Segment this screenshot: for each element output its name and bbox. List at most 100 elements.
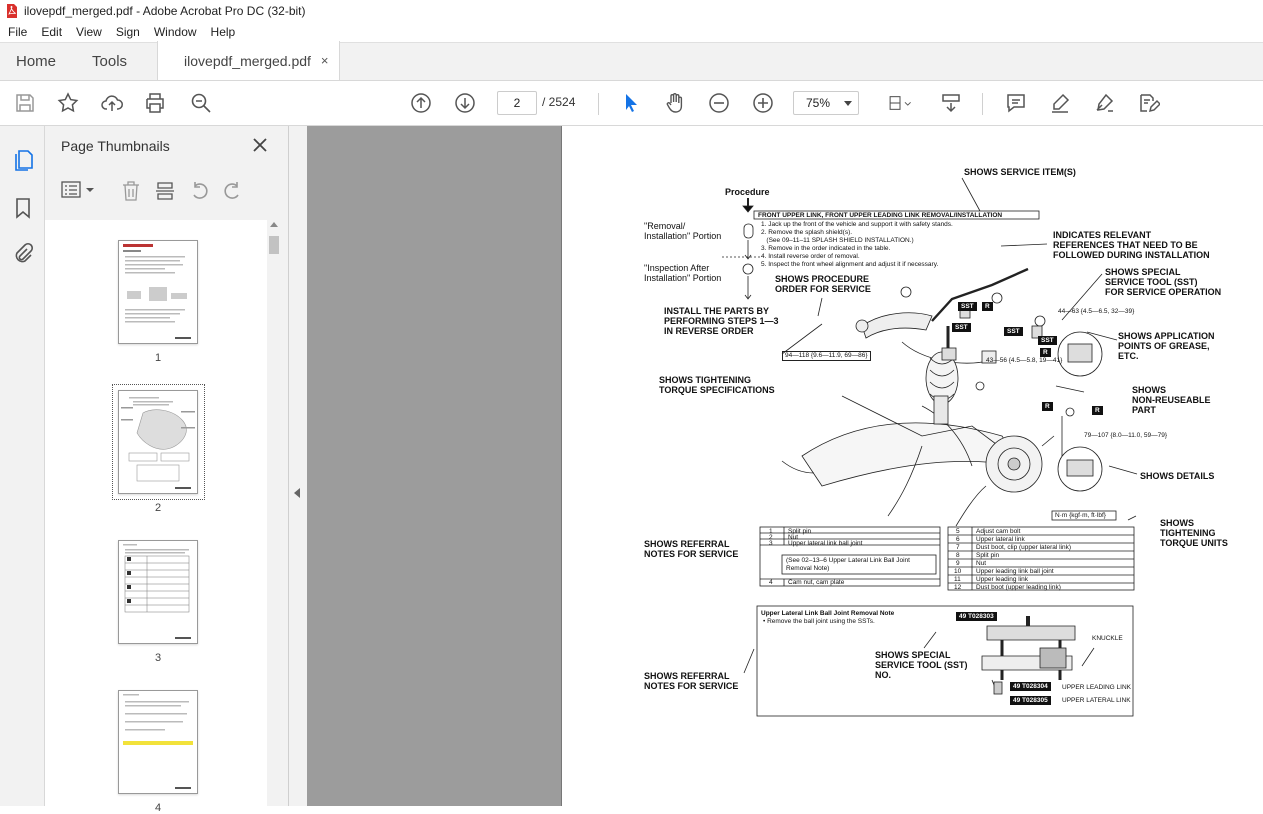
select-cursor-icon[interactable] xyxy=(618,90,644,116)
menu-sign[interactable]: Sign xyxy=(112,25,144,39)
rotate-clockwise-icon[interactable] xyxy=(221,180,243,202)
window-title: ilovepdf_merged.pdf - Adobe Acrobat Pro … xyxy=(24,4,306,18)
tab-home[interactable]: Home xyxy=(0,42,72,80)
table-left-no-4: 4 xyxy=(769,579,773,586)
comment-icon[interactable] xyxy=(1003,90,1029,116)
scrollbar-thumb[interactable] xyxy=(269,236,279,254)
thumbnail-page-4-preview xyxy=(123,694,193,789)
torque-units-box: N·m {kgf·m, ft·lbf} xyxy=(1055,512,1106,519)
menu-window[interactable]: Window xyxy=(150,25,201,39)
menu-help[interactable]: Help xyxy=(207,25,240,39)
table-right-item-10: Upper leading link ball joint xyxy=(976,568,1054,575)
next-page-icon[interactable] xyxy=(452,90,478,116)
panel-title: Page Thumbnails xyxy=(61,138,170,154)
paperclip-icon[interactable] xyxy=(11,242,35,266)
zoom-out-icon[interactable] xyxy=(706,90,732,116)
document-canvas-background xyxy=(307,126,561,806)
step-2-ref: (See 09–11–11 SPLASH SHIELD INSTALLATION… xyxy=(761,237,914,244)
thumbnail-page-4[interactable] xyxy=(118,690,198,794)
table-right-no-7: 7 xyxy=(956,544,960,551)
thumbnail-scrollbar[interactable] xyxy=(267,220,281,806)
fill-sign-pen-icon[interactable] xyxy=(1091,90,1117,116)
star-icon[interactable] xyxy=(55,90,81,116)
thumbnail-list: 1 2 3 4 xyxy=(45,220,267,814)
tab-close-icon[interactable]: × xyxy=(321,53,329,68)
thumbnail-toolbar xyxy=(45,170,289,210)
edit-pdf-icon[interactable] xyxy=(1135,90,1161,116)
menu-view[interactable]: View xyxy=(72,25,106,39)
rotate-counterclockwise-icon[interactable] xyxy=(189,180,211,202)
window-titlebar: ilovepdf_merged.pdf - Adobe Acrobat Pro … xyxy=(0,0,1263,22)
previous-page-icon[interactable] xyxy=(408,90,434,116)
note-bullet: • Remove the ball joint using the SSTs. xyxy=(763,618,875,625)
thumbnail-label-4: 4 xyxy=(154,802,162,814)
save-icon[interactable] xyxy=(12,90,38,116)
panel-collapse-strip[interactable] xyxy=(289,126,307,806)
close-icon[interactable] xyxy=(251,136,269,154)
thumbnail-page-2[interactable] xyxy=(118,390,198,494)
table-right-no-11: 11 xyxy=(954,576,961,583)
table-left-item-3: Upper lateral link ball joint xyxy=(788,540,863,547)
menu-edit[interactable]: Edit xyxy=(37,25,66,39)
reuse-r-badge: R xyxy=(1040,348,1051,357)
table-right-no-12: 12 xyxy=(954,584,962,591)
print-icon[interactable] xyxy=(142,90,168,116)
hand-tool-icon[interactable] xyxy=(662,90,688,116)
thumbnail-page-1-preview xyxy=(123,244,191,339)
label-shows-procedure-order: SHOWS PROCEDURE ORDER FOR SERVICE xyxy=(775,274,871,294)
label-shows-torque-units: SHOWS TIGHTENING TORQUE UNITS xyxy=(1160,518,1228,548)
label-shows-referral-2: SHOWS REFERRAL NOTES FOR SERVICE xyxy=(644,671,739,691)
tab-tools[interactable]: Tools xyxy=(72,42,143,80)
bookmark-icon[interactable] xyxy=(11,196,35,220)
sst-number-2: 49 T028304 xyxy=(1010,682,1051,691)
table-left-no-3: 3 xyxy=(769,540,773,547)
label-indicates-relevant: INDICATES RELEVANT REFERENCES THAT NEED … xyxy=(1053,230,1210,260)
thumbnail-label-2: 2 xyxy=(154,502,162,514)
section-title: FRONT UPPER LINK, FRONT UPPER LEADING LI… xyxy=(758,212,1003,219)
tab-document[interactable]: ilovepdf_merged.pdf × xyxy=(157,41,340,80)
torque-spec-d: 79—107 {8.0—11.0, 59—79} xyxy=(1084,432,1167,439)
label-removal-portion: "Removal/ Installation" Portion xyxy=(644,221,722,241)
label-shows-sst-no: SHOWS SPECIAL SERVICE TOOL (SST) NO. xyxy=(875,650,968,680)
page-total: / 2524 xyxy=(542,95,576,109)
scroll-up-arrow-icon[interactable] xyxy=(270,222,278,227)
label-shows-service-items: SHOWS SERVICE ITEM(S) xyxy=(964,167,1076,177)
upload-cloud-icon[interactable] xyxy=(99,90,125,116)
torque-spec-a: 94—118 {9.6—11.9, 69—86} xyxy=(782,351,871,361)
thumbnail-page-3[interactable] xyxy=(118,540,198,644)
label-install-parts: INSTALL THE PARTS BY PERFORMING STEPS 1—… xyxy=(664,306,779,336)
workspace: Page Thumbnails 1 2 3 4 SHOWS SERVICE IT… xyxy=(0,126,1263,814)
table-right-item-8: Split pin xyxy=(976,552,1000,559)
sst-badge: SST xyxy=(952,323,971,332)
sst-badge: SST xyxy=(1004,327,1023,336)
table-right-no-6: 6 xyxy=(956,536,960,543)
label-inspection-portion: "Inspection After Installation" Portion xyxy=(644,263,722,283)
delete-trash-icon[interactable] xyxy=(121,180,141,202)
collapse-arrow-icon[interactable] xyxy=(294,488,300,498)
step-3: 3. Remove in the order indicated in the … xyxy=(761,245,891,252)
label-shows-details: SHOWS DETAILS xyxy=(1140,471,1215,481)
label-shows-grease: SHOWS APPLICATION POINTS OF GREASE, ETC. xyxy=(1118,331,1215,361)
zoom-in-icon[interactable] xyxy=(750,90,776,116)
thumbnail-label-3: 3 xyxy=(154,652,162,664)
table-right-item-9: Nut xyxy=(976,560,987,567)
torque-spec-c: 43—56 {4.5—5.8, 19—41} xyxy=(986,357,1063,364)
highlight-pen-icon[interactable] xyxy=(1047,90,1073,116)
zoom-level-select[interactable]: 75% xyxy=(793,91,859,115)
page-number-input[interactable]: 2 xyxy=(497,91,537,115)
thumbnail-page-1[interactable] xyxy=(118,240,198,344)
extract-pages-icon[interactable] xyxy=(155,180,175,202)
table-right-item-5: Adjust cam bolt xyxy=(976,528,1021,535)
zoom-level-value: 75% xyxy=(806,96,831,110)
step-5: 5. Inspect the front wheel alignment and… xyxy=(761,261,939,268)
label-shows-nonreuse: SHOWS NON-REUSEABLE PART xyxy=(1132,385,1211,415)
table-right-no-9: 9 xyxy=(956,560,960,567)
page-display-icon[interactable] xyxy=(883,90,917,116)
page-thumbnails-icon[interactable] xyxy=(11,148,35,172)
thumbnail-options-icon[interactable] xyxy=(61,180,97,200)
pdf-page: SHOWS SERVICE ITEM(S) Procedure FRONT UP… xyxy=(561,126,1263,806)
step-4: 4. Install reverse order of removal. xyxy=(761,253,860,260)
scroll-mode-icon[interactable] xyxy=(938,90,964,116)
menu-file[interactable]: File xyxy=(4,25,31,39)
zoom-search-icon[interactable] xyxy=(188,90,214,116)
